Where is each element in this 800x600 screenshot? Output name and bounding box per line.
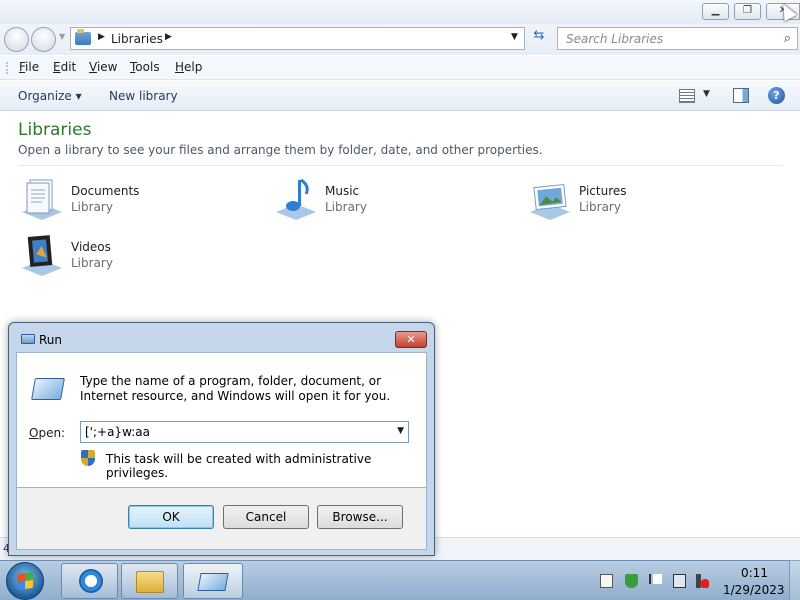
taskbar: 0:11 1/29/2023 <box>0 560 800 600</box>
start-button[interactable] <box>6 562 44 600</box>
library-music[interactable]: Music Library <box>272 176 502 228</box>
taskbar-internet-explorer[interactable] <box>61 563 118 599</box>
back-button[interactable] <box>4 27 29 52</box>
library-type: Library <box>71 200 113 214</box>
library-name: Videos <box>71 240 111 254</box>
search-input[interactable]: Search Libraries <box>566 32 663 46</box>
menu-tools[interactable]: Tools <box>130 60 160 74</box>
breadcrumb-chevron-icon[interactable]: ▶ <box>98 32 105 42</box>
pictures-library-icon <box>530 183 570 220</box>
run-instructions: Type the name of a program, folder, docu… <box>80 374 391 403</box>
browse-button[interactable]: Browse... <box>317 505 403 529</box>
library-type: Library <box>579 200 621 214</box>
uac-shield-icon <box>81 450 95 466</box>
taskbar-run[interactable] <box>183 563 243 599</box>
cancel-button[interactable]: Cancel <box>223 505 309 529</box>
help-icon[interactable]: ? <box>768 87 785 104</box>
page-description: Open a library to see your files and arr… <box>18 143 543 157</box>
library-type: Library <box>325 200 367 214</box>
network-icon[interactable] <box>673 574 686 588</box>
page-title: Libraries <box>18 120 92 140</box>
taskbar-windows-explorer[interactable] <box>121 563 178 599</box>
open-input[interactable]: [';+a}w:aa <box>85 425 150 439</box>
menu-grip <box>6 62 8 74</box>
libraries-folder-icon <box>75 29 91 45</box>
library-documents[interactable]: Documents Library <box>18 176 248 228</box>
run-icon <box>31 378 65 400</box>
run-dialog-body: Type the name of a program, folder, docu… <box>16 352 427 488</box>
windows-explorer-icon <box>136 571 164 593</box>
ok-button[interactable]: OK <box>128 505 214 529</box>
internet-explorer-icon <box>79 569 103 593</box>
minimize-button[interactable]: ▁ <box>702 3 729 20</box>
library-type: Library <box>71 256 113 270</box>
window-titlebar: ▁ ❐ ✕ <box>0 0 800 24</box>
run-dialog: Run ✕ Type the name of a program, folder… <box>8 322 435 556</box>
action-center-flag-icon[interactable] <box>649 574 662 584</box>
address-bar: ▼ ▶ Libraries ▶ ▼ ⇆ Search Libraries ⌕ <box>0 24 800 55</box>
search-field[interactable]: Search Libraries ⌕ <box>557 27 798 50</box>
breadcrumb-libraries[interactable]: Libraries <box>111 32 163 46</box>
chevron-down-icon[interactable]: ▼ <box>397 426 404 436</box>
open-label: Open: <box>29 426 66 440</box>
menu-bar: File Edit View Tools Help <box>0 56 800 80</box>
videos-library-icon <box>22 235 62 276</box>
library-name: Documents <box>71 184 140 198</box>
forward-button[interactable] <box>31 27 56 52</box>
maximize-button[interactable]: ❐ <box>734 3 761 20</box>
menu-file[interactable]: File <box>19 60 39 74</box>
address-history-dropdown-icon[interactable]: ▼ <box>511 32 518 42</box>
menu-edit[interactable]: Edit <box>53 60 76 74</box>
organize-button[interactable]: Organize ▾ <box>18 89 82 103</box>
preview-pane-icon[interactable] <box>733 88 749 103</box>
run-dialog-title: Run <box>39 333 63 347</box>
run-icon <box>197 573 229 591</box>
music-library-icon <box>276 178 316 220</box>
notification-area: 0:11 1/29/2023 <box>595 561 800 600</box>
documents-library-icon <box>22 179 62 220</box>
new-library-button[interactable]: New library <box>109 89 178 103</box>
admin-privileges-note: This task will be created with administr… <box>106 452 372 480</box>
menu-view[interactable]: View <box>89 60 117 74</box>
breadcrumb-chevron-icon[interactable]: ▶ <box>165 32 172 42</box>
run-close-button[interactable]: ✕ <box>395 331 427 348</box>
library-name: Pictures <box>579 184 627 198</box>
run-dialog-titlebar[interactable]: Run ✕ <box>9 323 434 351</box>
recent-pages-dropdown-icon[interactable]: ▼ <box>59 32 65 41</box>
change-view-icon[interactable] <box>679 89 695 103</box>
search-icon[interactable]: ⌕ <box>784 31 791 46</box>
refresh-icon[interactable]: ⇆ <box>528 28 550 49</box>
divider <box>18 165 783 166</box>
view-options-dropdown-icon[interactable]: ▼ <box>703 89 710 99</box>
library-name: Music <box>325 184 360 198</box>
open-combobox[interactable]: [';+a}w:aa ▼ <box>80 421 409 443</box>
run-dialog-footer: OK Cancel Browse... <box>16 488 427 550</box>
clock-time[interactable]: 0:11 <box>741 566 768 580</box>
volume-muted-icon[interactable] <box>696 574 709 588</box>
library-videos[interactable]: Videos Library <box>18 232 248 284</box>
menu-help[interactable]: Help <box>175 60 202 74</box>
show-desktop-button[interactable] <box>789 560 800 600</box>
address-field[interactable]: ▶ Libraries ▶ ▼ <box>70 27 525 50</box>
command-bar: Organize ▾ New library ▼ ? <box>0 81 800 111</box>
library-pictures[interactable]: Pictures Library <box>526 176 756 228</box>
run-icon <box>21 334 35 344</box>
security-shield-icon[interactable] <box>625 574 638 588</box>
clock-date[interactable]: 1/29/2023 <box>723 583 785 597</box>
notes-icon[interactable] <box>600 574 613 588</box>
